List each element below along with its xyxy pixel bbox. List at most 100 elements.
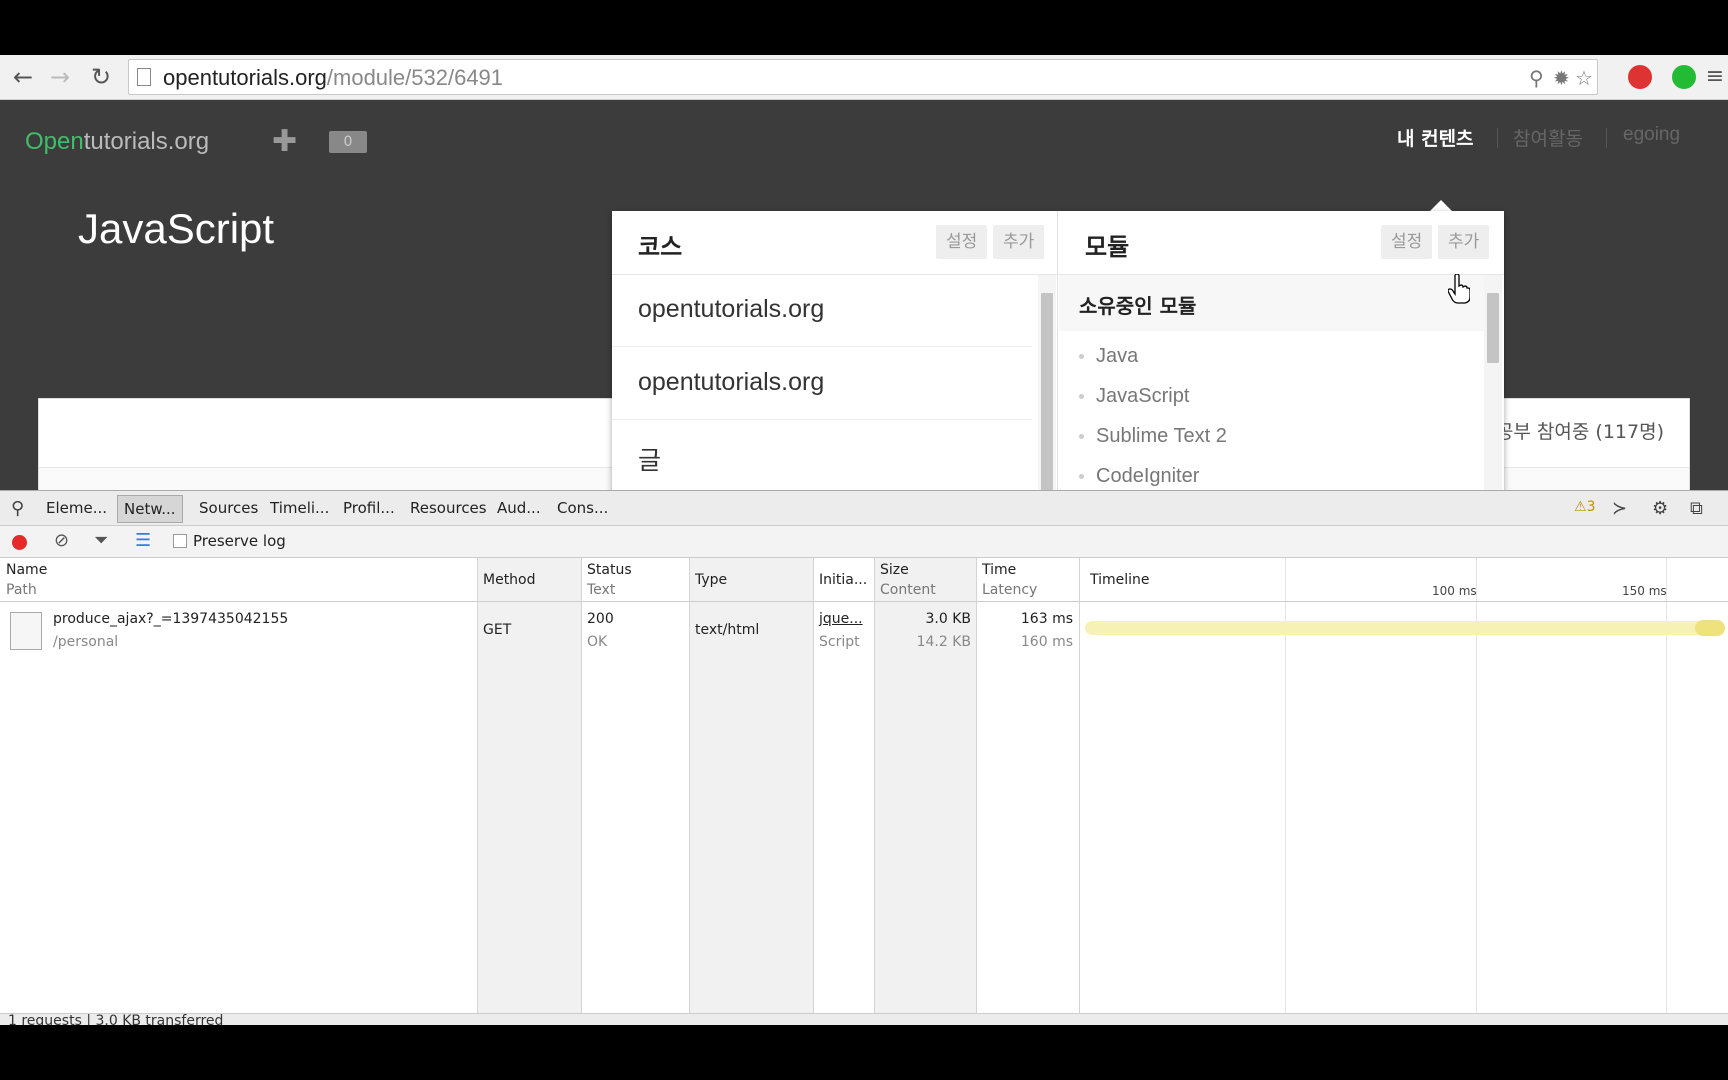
- warning-badge[interactable]: ⚠3: [1574, 499, 1595, 515]
- column-header-path[interactable]: Path: [6, 582, 37, 598]
- module-add-button[interactable]: 추가: [1438, 225, 1490, 259]
- menu-icon[interactable]: ≡: [1700, 62, 1728, 92]
- column-header-initiator[interactable]: Initia...: [819, 572, 867, 588]
- bullet-icon: [1079, 394, 1084, 400]
- address-bar[interactable]: opentutorials.org/module/532/6491 ⚲ ✹ ☆: [128, 59, 1598, 95]
- owned-modules-header: 소유중인 모듈: [1059, 275, 1484, 331]
- reload-icon[interactable]: ↻: [86, 62, 116, 92]
- column-divider: [581, 558, 582, 1013]
- url-text[interactable]: opentutorials.org/module/532/6491: [163, 65, 503, 91]
- column-header-time[interactable]: Time: [982, 562, 1016, 578]
- course-item-label: opentutorials.org: [638, 295, 825, 323]
- column-header-content[interactable]: Content: [880, 582, 936, 598]
- menu-user[interactable]: egoing: [1623, 124, 1680, 146]
- dock-icon[interactable]: ⧉: [1690, 498, 1703, 519]
- module-item[interactable]: JavaScript: [1079, 385, 1189, 408]
- request-content-size: 14.2 KB: [916, 634, 971, 650]
- console-drawer-icon[interactable]: ≻: [1612, 498, 1627, 519]
- column-header-method[interactable]: Method: [483, 572, 536, 588]
- column-divider: [976, 558, 977, 1013]
- course-title: 코스: [638, 233, 683, 261]
- network-grid: Name Path Method Status Text Type Initia…: [0, 558, 1728, 1013]
- network-toolbar: ⊘ ⏷ ☰ Preserve log: [0, 526, 1728, 558]
- column-header-latency[interactable]: Latency: [982, 582, 1037, 598]
- menu-my-content[interactable]: 내 컨텐츠: [1397, 124, 1474, 151]
- devtools-panel: ⚲ Eleme... Netw... Sources Timeli... Pro…: [0, 490, 1728, 1025]
- column-header-timeline[interactable]: Timeline: [1090, 572, 1150, 588]
- course-item-label: opentutorials.org: [638, 368, 825, 396]
- module-item[interactable]: Sublime Text 2: [1079, 425, 1227, 448]
- hand-cursor-icon: [1448, 274, 1470, 304]
- request-time: 163 ms: [1020, 611, 1073, 627]
- column-header-size[interactable]: Size: [880, 562, 909, 578]
- column-header-status[interactable]: Status: [587, 562, 632, 578]
- tab-elements[interactable]: Eleme...: [46, 499, 107, 517]
- module-pane-header: 모듈 설정 추가: [1059, 211, 1504, 275]
- study-participants-text[interactable]: 공부 참여중 (117명): [1496, 417, 1664, 444]
- module-pane: 모듈 설정 추가 소유중인 모듈 Java JavaScript Sublime…: [1059, 211, 1504, 490]
- gear-icon[interactable]: ⚙: [1652, 498, 1668, 519]
- list-view-icon[interactable]: ☰: [135, 530, 151, 551]
- record-icon[interactable]: [12, 535, 27, 550]
- column-divider: [1079, 558, 1080, 1013]
- request-initiator-link[interactable]: jque...: [819, 611, 863, 627]
- module-settings-button[interactable]: 설정: [1381, 225, 1433, 259]
- course-add-button[interactable]: 추가: [993, 225, 1045, 259]
- menu-divider: [1606, 128, 1607, 148]
- module-title: JavaScript: [78, 205, 275, 252]
- clear-icon[interactable]: ⊘: [54, 530, 69, 551]
- page-icon: [137, 68, 151, 86]
- course-item[interactable]: opentutorials.org: [612, 348, 1032, 420]
- forward-icon[interactable]: →: [45, 62, 75, 92]
- module-scrollbar-thumb[interactable]: [1487, 293, 1499, 363]
- tab-timeline[interactable]: Timeli...: [270, 499, 329, 517]
- warning-count: 3: [1586, 499, 1596, 515]
- bullet-icon: [1079, 354, 1084, 360]
- module-item[interactable]: Java: [1079, 345, 1138, 368]
- site-logo[interactable]: Opentutorials.org: [25, 128, 209, 156]
- document-icon: [10, 612, 42, 650]
- timeline-tick-label: 150 ms: [1622, 584, 1667, 598]
- tab-console[interactable]: Cons...: [557, 499, 608, 517]
- zoom-icon[interactable]: ⚲: [1529, 66, 1544, 90]
- column-header-name[interactable]: Name: [6, 562, 47, 578]
- settings-cog-icon[interactable]: ✹: [1553, 66, 1570, 90]
- column-divider: [813, 558, 814, 1013]
- back-icon[interactable]: ←: [8, 62, 38, 92]
- bookmark-star-icon[interactable]: ☆: [1575, 66, 1593, 90]
- tab-profiles[interactable]: Profil...: [343, 499, 395, 517]
- browser-window: ← → ↻ opentutorials.org/module/532/6491 …: [0, 55, 1728, 1025]
- column-header-status-text[interactable]: Text: [587, 582, 615, 598]
- course-scrollbar-thumb[interactable]: [1041, 293, 1053, 490]
- column-divider: [874, 558, 875, 1013]
- course-item[interactable]: 글: [612, 421, 1032, 490]
- tab-network[interactable]: Netw...: [117, 495, 183, 523]
- logo-accent: Open: [25, 128, 84, 155]
- extension-green-icon[interactable]: [1672, 65, 1696, 89]
- course-scrollbar[interactable]: [1038, 275, 1056, 490]
- course-item[interactable]: opentutorials.org: [612, 275, 1032, 347]
- add-plus-button[interactable]: ✚: [272, 124, 297, 159]
- module-item[interactable]: CodeIgniter: [1079, 465, 1199, 488]
- tab-sources[interactable]: Sources: [199, 499, 258, 517]
- search-icon[interactable]: ⚲: [11, 498, 24, 519]
- timeline-bar[interactable]: [1085, 621, 1710, 635]
- extension-red-icon[interactable]: [1628, 65, 1652, 89]
- preserve-log-checkbox[interactable]: [173, 534, 187, 548]
- tab-audits[interactable]: Aud...: [497, 499, 541, 517]
- request-status: 200: [587, 611, 614, 627]
- tab-resources[interactable]: Resources: [410, 499, 487, 517]
- my-content-dropdown: 코스 설정 추가 opentutorials.org opentutorials…: [612, 211, 1504, 490]
- request-name[interactable]: produce_ajax?_=1397435042155: [53, 611, 288, 627]
- course-settings-button[interactable]: 설정: [936, 225, 988, 259]
- module-scrollbar[interactable]: [1484, 275, 1502, 490]
- preserve-log-label: Preserve log: [193, 532, 286, 550]
- module-item-label: Java: [1096, 345, 1139, 367]
- column-header-type[interactable]: Type: [695, 572, 727, 588]
- menu-activity[interactable]: 참여활동: [1513, 124, 1583, 151]
- grid-header: Name Path Method Status Text Type Initia…: [0, 558, 1728, 602]
- course-pane-header: 코스 설정 추가: [612, 211, 1057, 275]
- timeline-bar-receiving[interactable]: [1695, 620, 1725, 636]
- filter-icon[interactable]: ⏷: [94, 530, 108, 551]
- notification-count-badge[interactable]: 0: [329, 131, 367, 153]
